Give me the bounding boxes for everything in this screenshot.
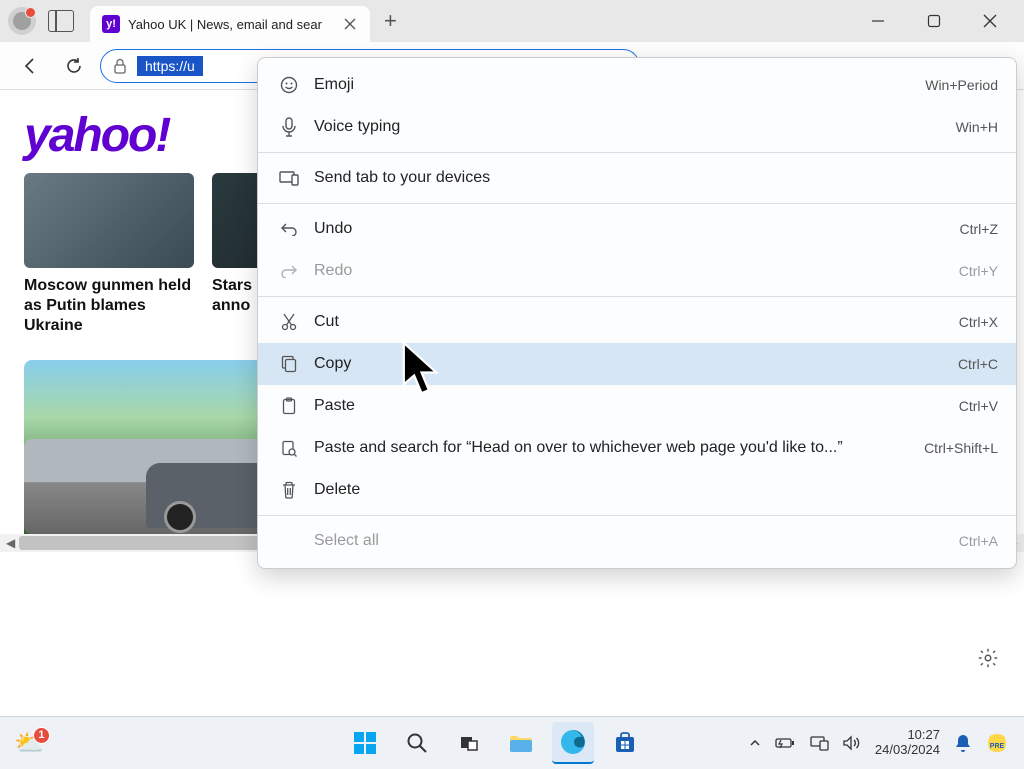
menu-label: Undo	[314, 220, 960, 238]
story-image	[24, 173, 194, 268]
menu-cut[interactable]: Cut Ctrl+X	[258, 301, 1016, 343]
menu-separator	[258, 296, 1016, 297]
tab-actions-button[interactable]	[48, 10, 74, 32]
explorer-button[interactable]	[500, 722, 542, 764]
copilot-button[interactable]: PRE	[986, 732, 1008, 754]
menu-label: Send tab to your devices	[314, 169, 998, 187]
menu-delete[interactable]: Delete	[258, 469, 1016, 511]
delete-icon	[276, 481, 302, 499]
date: 24/03/2024	[875, 743, 940, 758]
notifications-button[interactable]	[954, 733, 972, 753]
menu-label: Voice typing	[314, 118, 956, 136]
menu-label: Redo	[314, 262, 959, 280]
weather-widget[interactable]: ⛅ 1	[14, 729, 44, 758]
menu-shortcut: Ctrl+X	[959, 314, 998, 330]
taskbar: ⛅ 1 10:27 24/03/2024 PRE	[0, 716, 1024, 769]
refresh-button[interactable]	[56, 48, 92, 84]
time: 10:27	[875, 728, 940, 743]
scroll-left-icon[interactable]: ◀	[6, 536, 15, 550]
menu-emoji[interactable]: Emoji Win+Period	[258, 64, 1016, 106]
menu-paste-search[interactable]: Paste and search for “Head on over to wh…	[258, 427, 1016, 469]
copy-icon	[276, 355, 302, 373]
menu-separator	[258, 152, 1016, 153]
tab-favicon-icon: y!	[102, 15, 120, 33]
profile-button[interactable]	[8, 7, 36, 35]
edge-button[interactable]	[552, 722, 594, 764]
back-button[interactable]	[12, 48, 48, 84]
paste-icon	[276, 397, 302, 415]
volume-icon[interactable]	[843, 735, 861, 751]
menu-shortcut: Ctrl+V	[959, 398, 998, 414]
clock[interactable]: 10:27 24/03/2024	[875, 728, 940, 758]
redo-icon	[276, 264, 302, 278]
battery-saver-icon[interactable]	[775, 736, 795, 750]
devices-icon	[276, 170, 302, 186]
menu-label: Emoji	[314, 76, 925, 94]
svg-text:PRE: PRE	[990, 743, 1005, 750]
browser-tab[interactable]: y! Yahoo UK | News, email and sear	[90, 6, 370, 42]
start-button[interactable]	[344, 722, 386, 764]
menu-voice-typing[interactable]: Voice typing Win+H	[258, 106, 1016, 148]
menu-shortcut: Win+Period	[925, 77, 998, 93]
menu-shortcut: Ctrl+Shift+L	[924, 440, 998, 456]
undo-icon	[276, 222, 302, 236]
settings-button[interactable]	[970, 640, 1006, 676]
menu-redo: Redo Ctrl+Y	[258, 250, 1016, 292]
menu-label: Copy	[314, 355, 958, 373]
cut-icon	[276, 313, 302, 331]
menu-paste[interactable]: Paste Ctrl+V	[258, 385, 1016, 427]
store-button[interactable]	[604, 722, 646, 764]
menu-separator	[258, 515, 1016, 516]
new-tab-button[interactable]: +	[384, 8, 397, 34]
menu-shortcut: Ctrl+Y	[959, 263, 998, 279]
tray-chevron-icon[interactable]	[749, 737, 761, 749]
lock-icon	[113, 58, 127, 74]
menu-label: Paste and search for “Head on over to wh…	[314, 439, 924, 457]
menu-shortcut: Ctrl+C	[958, 356, 998, 372]
story-title: Moscow gunmen held as Putin blames Ukrai…	[24, 276, 194, 336]
menu-shortcut: Ctrl+A	[959, 533, 998, 549]
paste-search-icon	[276, 439, 302, 457]
menu-undo[interactable]: Undo Ctrl+Z	[258, 208, 1016, 250]
emoji-icon	[276, 76, 302, 94]
menu-label: Select all	[314, 532, 959, 550]
menu-shortcut: Ctrl+Z	[960, 221, 999, 237]
window-titlebar: y! Yahoo UK | News, email and sear +	[0, 0, 1024, 42]
context-menu: Emoji Win+Period Voice typing Win+H Send…	[257, 57, 1017, 569]
close-button[interactable]	[976, 7, 1004, 35]
network-icon[interactable]	[809, 735, 829, 751]
menu-separator	[258, 203, 1016, 204]
menu-label: Paste	[314, 397, 959, 415]
menu-select-all: Select all Ctrl+A	[258, 520, 1016, 562]
story-card[interactable]: Moscow gunmen held as Putin blames Ukrai…	[24, 173, 194, 336]
taskview-button[interactable]	[448, 722, 490, 764]
tab-close-button[interactable]	[342, 16, 358, 32]
menu-label: Cut	[314, 313, 959, 331]
menu-label: Delete	[314, 481, 998, 499]
menu-send-tab[interactable]: Send tab to your devices	[258, 157, 1016, 199]
url-text: https://u	[137, 56, 203, 76]
minimize-button[interactable]	[864, 7, 892, 35]
menu-copy[interactable]: Copy Ctrl+C	[258, 343, 1016, 385]
search-button[interactable]	[396, 722, 438, 764]
maximize-button[interactable]	[920, 7, 948, 35]
notification-badge: 1	[33, 727, 50, 744]
tab-title: Yahoo UK | News, email and sear	[128, 17, 342, 32]
menu-shortcut: Win+H	[956, 119, 998, 135]
microphone-icon	[276, 117, 302, 137]
